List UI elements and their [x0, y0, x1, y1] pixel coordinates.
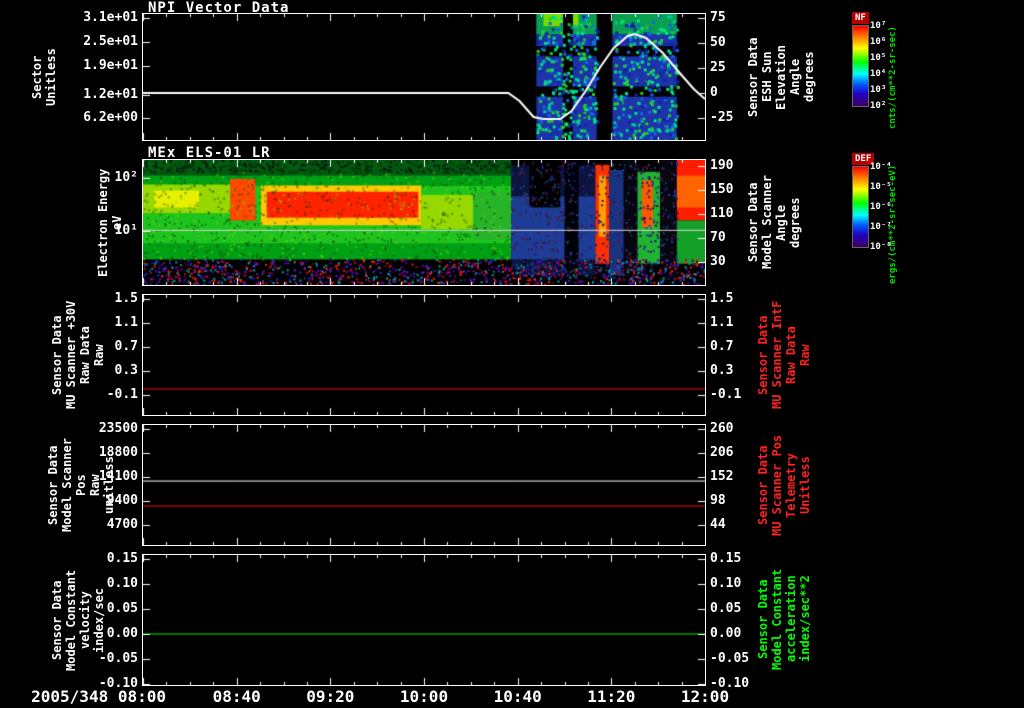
colorbar-def — [852, 166, 869, 248]
y-tick-label: 0.00 — [106, 626, 138, 641]
y-tick-label-right: 0.15 — [710, 551, 742, 566]
colorbar-tick-label: 10⁴ — [870, 69, 887, 79]
panel-model-constant-canvas — [143, 555, 705, 685]
colorbar-tick-label: 10⁻⁷ — [870, 222, 892, 232]
colorbar-tick-label: 10⁻⁸ — [870, 242, 892, 252]
panel-mu-scanner-30v — [142, 294, 706, 416]
y-tick-label: 0.10 — [106, 576, 138, 591]
colorbar-tick-label: 10⁵ — [870, 53, 887, 63]
y-tick-label-right: 152 — [710, 469, 734, 484]
y-tick-label-right: -0.05 — [710, 651, 750, 666]
y-tick-label-right: 0.3 — [710, 363, 734, 379]
y-tick-label: 1.5 — [114, 291, 138, 307]
panel-npi-vector-canvas — [143, 14, 705, 140]
panel-mex-els-canvas — [143, 160, 705, 285]
y-tick-label: 4700 — [106, 516, 138, 532]
x-tick-label: 11:20 — [587, 687, 636, 706]
colorbar-nf-title: NF — [852, 12, 869, 24]
y-tick-label: 18800 — [98, 444, 138, 460]
panel-npi-vector — [142, 13, 706, 141]
panel5-right-axis-label: Sensor Data Model Constant acceleration … — [756, 568, 812, 670]
colorbar-nf — [852, 25, 869, 107]
panel-model-scanner-pos — [142, 424, 706, 546]
y-tick-label-right: 50 — [710, 35, 726, 50]
x-tick-label: 08:40 — [212, 687, 261, 706]
x-first-tick-label: 2005/348 08:00 — [31, 687, 166, 706]
y-tick-label-right: 1.5 — [710, 291, 734, 307]
y-tick-label-right: 25 — [710, 60, 726, 75]
colorbar-tick-label: 10² — [870, 101, 887, 111]
y-tick-label: 0.15 — [106, 551, 138, 566]
y-tick-label-right: 0.00 — [710, 626, 742, 641]
x-tick-label: 10:00 — [399, 687, 449, 706]
panel3-right-axis-label: Sensor Data MU Scanner IntF Raw Data Raw — [756, 300, 812, 410]
y-tick-label-right: 0.7 — [710, 339, 734, 355]
y-tick-label: 6.2e+00 — [83, 110, 138, 126]
panel-model-scanner-pos-canvas — [143, 425, 705, 545]
plot-screen: NPI Vector Data MEx ELS-01 LR Sector Uni… — [0, 0, 1024, 708]
y-tick-label-right: -25 — [710, 110, 734, 125]
x-tick-label: 10:40 — [493, 687, 542, 706]
y-tick-label-right: 0.10 — [710, 576, 742, 591]
y-tick-label: 0.7 — [114, 339, 138, 355]
y-tick-label: 0.3 — [114, 363, 138, 379]
panel-model-constant — [142, 554, 706, 686]
y-tick-label: -0.1 — [106, 387, 138, 403]
colorbar-tick-label: 10⁻⁵ — [870, 182, 892, 192]
y-tick-label-right: 98 — [710, 493, 726, 508]
panel-mex-els — [142, 159, 706, 286]
colorbar-nf-unit-label: cnts/(cm**2-sr-sec) — [888, 26, 898, 129]
y-tick-label-right: 260 — [710, 421, 734, 436]
y-tick-label: 3.1e+01 — [83, 10, 138, 26]
y-tick-label-right: 150 — [710, 182, 734, 198]
panel1-right-axis-label: Sensor Data ESH Sun Elevation Angle degr… — [746, 37, 816, 117]
y-tick-label-right: 110 — [710, 206, 734, 222]
y-tick-label: 1.1 — [114, 315, 138, 331]
y-tick-label: 10² — [114, 169, 138, 185]
colorbar-tick-label: 10⁻⁴ — [870, 162, 892, 172]
x-tick-label: 12:00 — [680, 687, 730, 706]
colorbar-tick-label: 10⁻⁶ — [870, 202, 892, 212]
colorbar-tick-label: 10⁶ — [870, 37, 887, 47]
colorbar-tick-label: 10³ — [870, 85, 887, 95]
y-tick-label-right: 206 — [710, 445, 734, 460]
y-tick-label: 9400 — [106, 492, 138, 508]
y-tick-label: 2.5e+01 — [83, 34, 138, 50]
y-tick-label-right: 70 — [710, 230, 726, 246]
y-tick-label-right: 30 — [710, 254, 726, 270]
y-tick-label-right: 44 — [710, 517, 726, 532]
y-tick-label-right: 75 — [710, 10, 726, 25]
y-tick-label-right: 0 — [710, 85, 718, 100]
y-tick-label-right: -0.1 — [710, 387, 742, 403]
y-tick-label: 1.2e+01 — [83, 86, 138, 102]
colorbar-tick-label: 10⁷ — [870, 21, 887, 31]
y-tick-label-right: 1.1 — [710, 315, 734, 331]
y-tick-label: 1.9e+01 — [83, 58, 138, 74]
y-tick-label: 10¹ — [114, 223, 138, 239]
y-tick-label: 14100 — [98, 468, 138, 484]
panel-mu-scanner-30v-canvas — [143, 295, 705, 415]
y-tick-label: 0.05 — [106, 601, 138, 616]
y-tick-label-right: 190 — [710, 158, 734, 173]
x-tick-label: 09:20 — [306, 687, 355, 706]
y-tick-label: 23500 — [98, 420, 138, 436]
panel4-right-axis-label: Sensor Data MU Scanner Pos Telemetry Uni… — [756, 434, 812, 536]
y-tick-label: -0.05 — [98, 651, 138, 666]
y-tick-label-right: 0.05 — [710, 601, 742, 616]
